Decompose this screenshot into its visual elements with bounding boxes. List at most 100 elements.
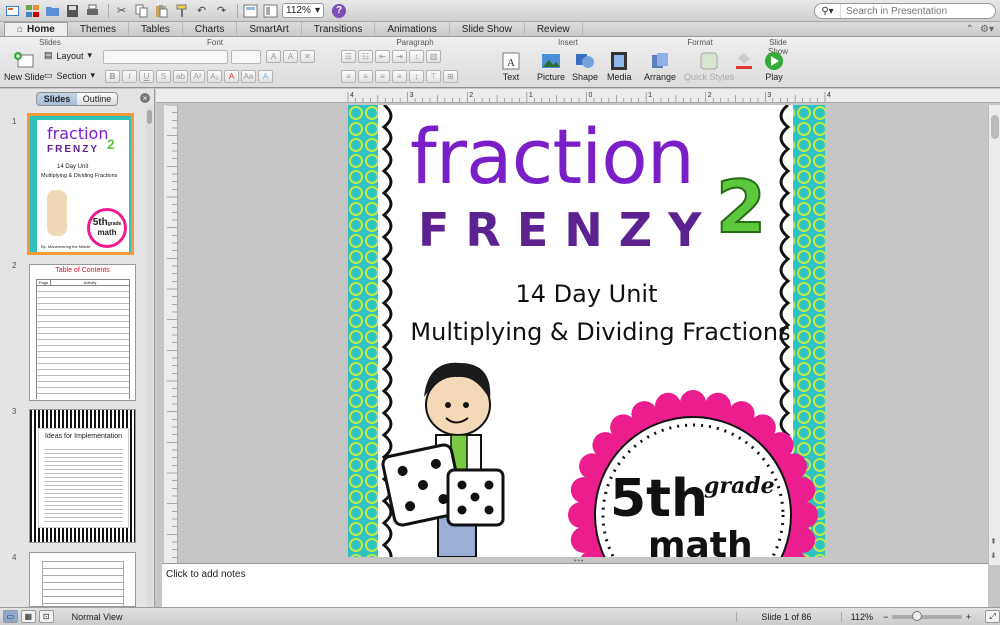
vertical-ruler[interactable] bbox=[164, 104, 178, 566]
change-case-icon[interactable]: Aa bbox=[241, 70, 256, 83]
horizontal-ruler[interactable]: 4 3 2 1 0 1 2 3 4 bbox=[156, 89, 1000, 103]
scrollbar-thumb[interactable] bbox=[991, 115, 999, 139]
layout-button[interactable]: ▤ Layout ▾ bbox=[44, 50, 92, 61]
tab-animations[interactable]: Animations bbox=[375, 22, 450, 36]
columns-icon[interactable]: ▥ bbox=[426, 50, 441, 63]
slide-subtitle-2[interactable]: Multiplying & Dividing Fractions bbox=[378, 318, 823, 346]
slide-title-line1[interactable]: fraction bbox=[410, 117, 695, 197]
badge-small-text[interactable]: grade bbox=[704, 473, 775, 499]
gear-icon[interactable]: ⚙▾ bbox=[980, 24, 994, 35]
font-name-field[interactable] bbox=[103, 50, 228, 64]
arrange-button[interactable]: Arrange bbox=[644, 50, 676, 82]
templates-icon[interactable] bbox=[24, 3, 41, 19]
tab-tables[interactable]: Tables bbox=[129, 22, 183, 36]
editor-scrollbar[interactable]: ⇞ ⇟ bbox=[988, 105, 1000, 565]
quick-styles-button[interactable]: Quick Styles bbox=[684, 50, 734, 82]
page-down-icon[interactable]: ⇟ bbox=[990, 551, 997, 560]
help-button[interactable]: ? bbox=[332, 3, 346, 18]
page-up-icon[interactable]: ⇞ bbox=[990, 537, 997, 546]
search-field[interactable]: ⚲▾ Search in Presentation bbox=[814, 3, 996, 19]
tab-slides[interactable]: Slides bbox=[37, 93, 77, 105]
slide-subtitle-1[interactable]: 14 Day Unit bbox=[348, 280, 825, 308]
new-slide-button[interactable]: New Slide bbox=[4, 50, 45, 82]
tab-smartart[interactable]: SmartArt bbox=[237, 22, 302, 36]
align-left-icon[interactable]: ≡ bbox=[341, 70, 356, 83]
numbering-icon[interactable]: ☷ bbox=[358, 50, 373, 63]
text-effects-icon[interactable]: A bbox=[258, 70, 273, 83]
slide-thumbnail-1[interactable]: fraction FRENZY 2 14 Day Unit Multiplyin… bbox=[27, 113, 134, 255]
zoom-out-icon[interactable]: − bbox=[883, 612, 888, 622]
badge-big-text[interactable]: 5th bbox=[610, 471, 708, 527]
zoom-slider-knob[interactable] bbox=[912, 610, 923, 621]
strikethrough-icon[interactable]: ab bbox=[173, 70, 188, 83]
increase-indent-icon[interactable]: ⇥ bbox=[392, 50, 407, 63]
justify-icon[interactable]: ≡ bbox=[392, 70, 407, 83]
copy-icon[interactable] bbox=[133, 3, 150, 19]
section-button[interactable]: ▭ Section ▾ bbox=[44, 70, 95, 81]
zoom-select[interactable]: 112% ▾ bbox=[282, 3, 324, 18]
tab-review[interactable]: Review bbox=[525, 22, 583, 36]
picture-button[interactable]: Picture bbox=[537, 50, 565, 82]
thumbnails-scrollbar[interactable] bbox=[146, 107, 153, 607]
slide-show-view-icon[interactable]: ⊡ bbox=[38, 610, 54, 623]
vertical-align-icon[interactable]: ⊤ bbox=[426, 70, 441, 83]
zoom-in-icon[interactable]: + bbox=[966, 612, 971, 622]
media-browser-icon[interactable] bbox=[262, 3, 279, 19]
slide-sorter-icon[interactable] bbox=[242, 3, 259, 19]
shape-button[interactable]: Shape bbox=[572, 50, 598, 82]
collapse-ribbon-icon[interactable]: ⌃ bbox=[966, 24, 974, 35]
print-icon[interactable] bbox=[84, 3, 101, 19]
play-button[interactable]: Play bbox=[763, 50, 785, 82]
close-icon[interactable]: × bbox=[140, 93, 150, 103]
slide-thumbnail-3[interactable]: Ideas for Implementation bbox=[29, 409, 136, 543]
format-painter-icon[interactable] bbox=[173, 3, 190, 19]
fit-to-window-icon[interactable]: ⤢ bbox=[985, 610, 1000, 623]
italic-icon[interactable]: I bbox=[122, 70, 137, 83]
slide-canvas[interactable]: fraction FRENZY 2 14 Day Unit Multiplyin… bbox=[348, 105, 825, 557]
tab-slide-show[interactable]: Slide Show bbox=[450, 22, 525, 36]
clear-format-icon[interactable]: ✕ bbox=[300, 50, 315, 63]
align-right-icon[interactable]: ≡ bbox=[375, 70, 390, 83]
font-color-icon[interactable]: A bbox=[224, 70, 239, 83]
thumbnail-line2: Multiplying & Dividing Fractions bbox=[41, 173, 118, 179]
decrease-indent-icon[interactable]: ⇤ bbox=[375, 50, 390, 63]
tab-home[interactable]: ⌂ Home bbox=[4, 22, 68, 36]
grow-font-icon[interactable]: A bbox=[266, 50, 281, 63]
redo-icon[interactable]: ↷ bbox=[213, 3, 230, 19]
badge-math-text[interactable]: math bbox=[648, 525, 753, 557]
tab-transitions[interactable]: Transitions bbox=[302, 22, 376, 36]
line-spacing-icon[interactable]: ↨ bbox=[409, 70, 424, 83]
notes-pane[interactable]: Click to add notes bbox=[162, 563, 988, 607]
undo-icon[interactable]: ↶ bbox=[193, 3, 210, 19]
tab-charts[interactable]: Charts bbox=[183, 22, 238, 36]
slide-sorter-view-icon[interactable]: ▦ bbox=[20, 610, 36, 623]
save-icon[interactable] bbox=[64, 3, 81, 19]
zoom-slider[interactable] bbox=[892, 610, 962, 621]
slide-title-line2[interactable]: FRENZY bbox=[418, 205, 717, 255]
text-direction-icon[interactable]: ↕ bbox=[409, 50, 424, 63]
cut-icon[interactable]: ✂ bbox=[113, 3, 130, 19]
slide-thumbnail-2[interactable]: Table of Contents Page Activity bbox=[29, 264, 136, 401]
normal-view-icon[interactable]: ▭ bbox=[3, 610, 18, 623]
font-size-field[interactable] bbox=[231, 50, 261, 64]
fill-line-buttons[interactable] bbox=[733, 50, 755, 72]
new-presentation-icon[interactable] bbox=[4, 3, 21, 19]
shrink-font-icon[interactable]: A bbox=[283, 50, 298, 63]
bullets-icon[interactable]: ☰ bbox=[341, 50, 356, 63]
scrollbar-thumb[interactable] bbox=[147, 110, 152, 124]
open-icon[interactable] bbox=[44, 3, 61, 19]
tab-outline[interactable]: Outline bbox=[77, 93, 117, 105]
slide-title-number[interactable]: 2 bbox=[715, 164, 767, 250]
slide-thumbnail-4[interactable] bbox=[29, 552, 136, 607]
media-button[interactable]: Media bbox=[607, 50, 632, 82]
bold-icon[interactable]: B bbox=[105, 70, 120, 83]
tab-themes[interactable]: Themes bbox=[68, 22, 129, 36]
underline-icon[interactable]: U bbox=[139, 70, 154, 83]
align-center-icon[interactable]: ≡ bbox=[358, 70, 373, 83]
shadow-icon[interactable]: S bbox=[156, 70, 171, 83]
convert-smartart-icon[interactable]: ⊞ bbox=[443, 70, 458, 83]
text-button[interactable]: A Text bbox=[500, 50, 522, 82]
subscript-icon[interactable]: A₂ bbox=[207, 70, 222, 83]
paste-icon[interactable] bbox=[153, 3, 170, 19]
superscript-icon[interactable]: A² bbox=[190, 70, 205, 83]
